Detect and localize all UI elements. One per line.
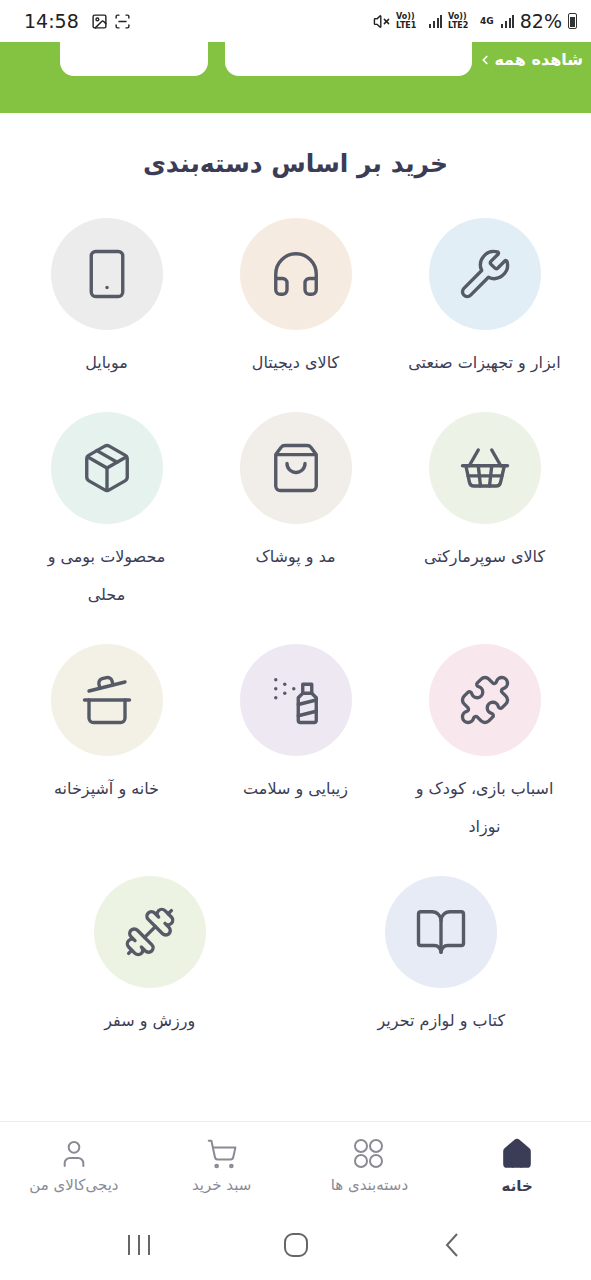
- category-label: ابزار و تجهیزات صنعتی: [408, 344, 561, 382]
- sports-icon: [123, 905, 177, 959]
- category-label: موبایل: [85, 344, 128, 382]
- banner: شاهده همه: [0, 42, 591, 113]
- category-label: کتاب و لوازم تحریر: [378, 1002, 505, 1040]
- category-label: خانه و آشپزخانه: [54, 770, 159, 808]
- signal-icon: [428, 14, 442, 28]
- kettle-icon: [80, 673, 134, 727]
- category-item[interactable]: کتاب و لوازم تحریر: [296, 876, 588, 1040]
- category-item[interactable]: ابزار و تجهیزات صنعتی: [390, 218, 579, 382]
- nav-item[interactable]: خانه: [443, 1122, 591, 1210]
- category-section: خرید بر اساس دسته‌بندی ابزار و تجهیزات صن…: [0, 113, 591, 1121]
- banner-card[interactable]: [225, 42, 472, 76]
- clock: 14:58: [24, 10, 79, 32]
- category-image: [94, 876, 206, 988]
- home-circle-icon: [283, 1232, 309, 1258]
- handicraft-icon: [80, 441, 134, 495]
- nav-item[interactable]: دسته‌بندی ها: [296, 1122, 444, 1210]
- category-item[interactable]: مد و پوشاک: [201, 412, 390, 576]
- headphones-icon: [269, 247, 323, 301]
- bottom-nav: خانهدسته‌بندی هاسبد خریددیجی‌کالای من: [0, 1121, 591, 1210]
- signal-icon: [500, 14, 514, 28]
- screen: 14:58 Vo)) LTE1 Vo)) LTE2 4G 82% شاهده همه خری…: [0, 0, 591, 1280]
- see-all-link[interactable]: شاهده همه: [472, 42, 591, 69]
- category-image: [51, 218, 163, 330]
- battery-text: 82%: [520, 10, 562, 32]
- category-item[interactable]: ورزش و سفر: [4, 876, 296, 1040]
- category-item[interactable]: خانه و آشپزخانه: [12, 644, 201, 808]
- category-item[interactable]: اسباب بازی، کودک و نوزاد: [390, 644, 579, 846]
- category-label: زیبایی و سلامت: [243, 770, 348, 808]
- category-image: [240, 412, 352, 524]
- system-nav: [0, 1210, 591, 1280]
- category-item[interactable]: محصولات بومی و محلی: [12, 412, 201, 614]
- user-icon: [58, 1138, 90, 1170]
- sim-label: Vo)) LTE1: [396, 12, 422, 30]
- category-grid: کتاب و لوازم تحریر ورزش و سفر: [0, 876, 591, 1040]
- toy-icon: [458, 673, 512, 727]
- category-image: [429, 644, 541, 756]
- status-bar: 14:58 Vo)) LTE1 Vo)) LTE2 4G 82%: [0, 0, 591, 42]
- screenshot-icon: [114, 13, 131, 30]
- mute-icon: [373, 13, 390, 30]
- home-icon: [500, 1137, 534, 1171]
- sim-label: Vo)) LTE2: [448, 12, 474, 30]
- category-image: [240, 644, 352, 756]
- groceries-icon: [458, 441, 512, 495]
- category-item[interactable]: زیبایی و سلامت: [201, 644, 390, 808]
- smartphone-icon: [80, 247, 134, 301]
- recents-icon: [126, 1234, 152, 1256]
- perfume-icon: [269, 673, 323, 727]
- category-label: کالای سوپرمارکتی: [424, 538, 545, 576]
- section-title: خرید بر اساس دسته‌بندی: [0, 149, 591, 178]
- network-label: 4G: [480, 16, 494, 26]
- category-image: [385, 876, 497, 988]
- category-label: مد و پوشاک: [255, 538, 335, 576]
- nav-item[interactable]: دیجی‌کالای من: [0, 1122, 148, 1210]
- battery-icon: [568, 13, 577, 29]
- nav-item[interactable]: سبد خرید: [148, 1122, 296, 1210]
- bag-icon: [269, 441, 323, 495]
- recents-button[interactable]: [109, 1220, 169, 1270]
- category-image: [240, 218, 352, 330]
- category-label: کالای دیجیتال: [252, 344, 339, 382]
- category-item[interactable]: موبایل: [12, 218, 201, 382]
- category-label: ورزش و سفر: [104, 1002, 195, 1040]
- back-button[interactable]: [423, 1220, 483, 1270]
- category-image: [429, 218, 541, 330]
- notebook-icon: [414, 905, 468, 959]
- category-label: اسباب بازی، کودک و نوزاد: [405, 770, 565, 846]
- home-button[interactable]: [266, 1220, 326, 1270]
- category-item[interactable]: کالای سوپرمارکتی: [390, 412, 579, 576]
- chevron-icon: [478, 53, 492, 67]
- categories-icon: [353, 1138, 385, 1170]
- category-image: [51, 644, 163, 756]
- back-icon: [443, 1232, 463, 1258]
- category-image: [429, 412, 541, 524]
- category-image: [51, 412, 163, 524]
- category-item[interactable]: کالای دیجیتال: [201, 218, 390, 382]
- cart-icon: [206, 1138, 238, 1170]
- category-grid: ابزار و تجهیزات صنعتی کالای دیجیتال موبایل…: [0, 218, 591, 846]
- tools-icon: [458, 247, 512, 301]
- category-label: محصولات بومی و محلی: [27, 538, 187, 614]
- banner-card[interactable]: [60, 42, 208, 76]
- gallery-icon: [91, 13, 108, 30]
